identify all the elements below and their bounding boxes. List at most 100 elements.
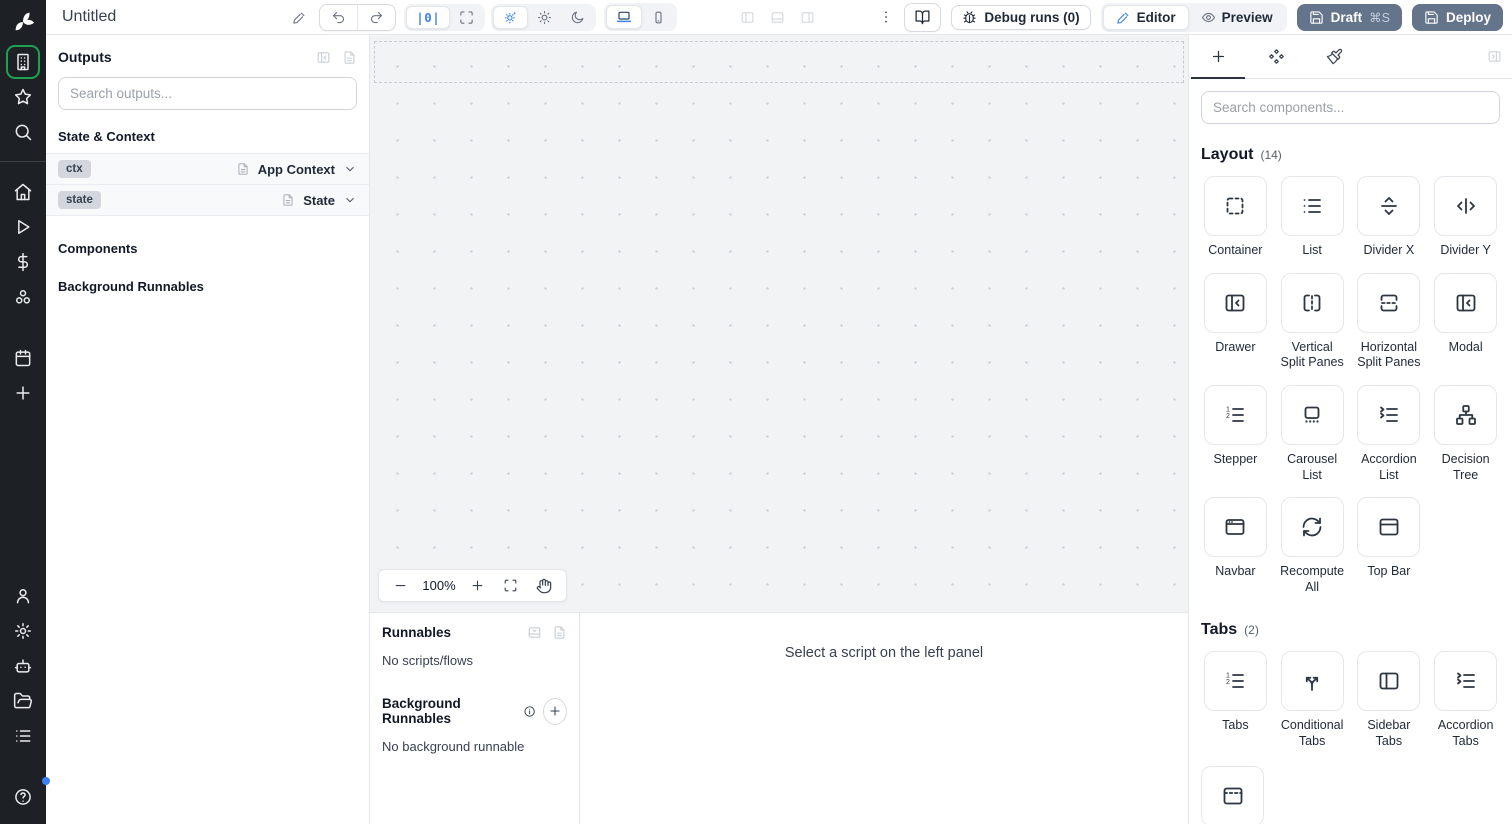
section-title: Layout (1201, 146, 1254, 163)
app-root: Untitled |0| Debug runs (0) Editor Previ… (0, 0, 1512, 824)
debug-runs-button[interactable]: Debug runs (0) (951, 4, 1091, 30)
component-card-recompute-all[interactable] (1280, 497, 1344, 558)
rail-item-favorites[interactable] (0, 79, 46, 114)
search-outputs-input[interactable] (58, 77, 357, 110)
mobile-view-button[interactable] (642, 7, 675, 28)
state-context-row-ctx[interactable]: ctx App Context (46, 153, 369, 184)
rail-item-audit-logs[interactable] (0, 718, 46, 753)
component-label: List (1302, 243, 1322, 257)
edit-title-pencil-icon[interactable] (292, 10, 307, 25)
tab-insert-component[interactable] (1189, 35, 1247, 79)
component-card-tabs[interactable]: 12 (1203, 651, 1267, 712)
rail-item-help[interactable] (0, 777, 50, 814)
component-card-partial[interactable] (1201, 765, 1264, 824)
zoom-in-button[interactable] (461, 574, 494, 597)
rail-item-settings[interactable] (0, 613, 46, 648)
chevron-down-icon[interactable] (343, 162, 357, 176)
more-menu-icon[interactable] (878, 9, 894, 25)
component-card-top-bar[interactable] (1357, 497, 1421, 558)
component-card-sidebar-tabs[interactable] (1357, 651, 1421, 712)
windmill-logo[interactable] (0, 0, 46, 44)
fit-view-button[interactable] (494, 574, 527, 597)
folder-icon (13, 691, 33, 711)
component-card-accordion-tabs[interactable] (1434, 651, 1498, 712)
component-item-accordion-tabs: Accordion Tabs (1431, 651, 1500, 749)
empty-background-text: No background runnable (382, 739, 525, 754)
deploy-button[interactable]: Deploy (1412, 3, 1504, 31)
theme-dark-button[interactable] (561, 7, 594, 28)
doc-icon[interactable] (342, 50, 357, 65)
component-item-navbar: Navbar (1201, 497, 1270, 595)
component-label: Recompute All (1280, 564, 1345, 594)
tab-components[interactable] (1247, 35, 1305, 78)
component-card-divider-y[interactable] (1434, 176, 1498, 236)
component-card-drawer[interactable] (1203, 272, 1267, 333)
dollar-icon (13, 252, 33, 272)
doc-icon (281, 193, 295, 207)
pan-mode-button[interactable] (527, 574, 561, 598)
collapse-right-panel-icon[interactable] (1487, 49, 1502, 64)
component-card-vertical-split-panes[interactable] (1280, 272, 1344, 333)
notification-dot (42, 777, 50, 785)
zoom-out-button[interactable] (384, 574, 417, 597)
preview-tab[interactable]: Preview (1189, 6, 1285, 29)
panel-right-toggle-icon[interactable] (800, 10, 815, 25)
component-card-conditional-tabs[interactable] (1280, 651, 1344, 712)
chevron-down-icon[interactable] (343, 193, 357, 207)
docs-button[interactable] (904, 2, 942, 32)
theme-light-button[interactable] (528, 7, 561, 28)
component-card-list[interactable] (1280, 176, 1344, 236)
save-icon (1424, 10, 1439, 25)
plus-icon (13, 383, 33, 403)
canvas-dropzone[interactable] (374, 41, 1184, 83)
save-icon (1309, 10, 1324, 25)
panel-bottom-toggle-icon[interactable] (770, 10, 785, 25)
rail-item-folders[interactable] (0, 683, 46, 718)
rail-item-variables[interactable] (0, 244, 46, 279)
panel-left-close-icon (1223, 291, 1247, 315)
desktop-view-button[interactable] (606, 5, 643, 29)
component-card-carousel-list[interactable] (1280, 384, 1344, 445)
background-runnables-header: Background Runnables (58, 279, 204, 294)
user-icon (13, 586, 33, 606)
component-card-container[interactable] (1203, 176, 1267, 236)
component-card-stepper[interactable]: 12 (1203, 384, 1267, 445)
undo-button[interactable] (320, 5, 357, 30)
rail-item-add[interactable] (0, 375, 46, 410)
rail-item-workers[interactable] (0, 648, 46, 683)
section-count: (2) (1244, 623, 1259, 638)
component-card-navbar[interactable] (1203, 497, 1267, 558)
scan-icon (503, 578, 518, 593)
rail-item-search[interactable] (0, 114, 46, 149)
add-background-runnable-button[interactable] (542, 697, 567, 725)
component-card-divider-x[interactable] (1357, 176, 1421, 236)
tab-styling[interactable] (1305, 35, 1363, 78)
rail-item-resources[interactable] (0, 279, 46, 314)
rail-item-apps[interactable] (0, 44, 46, 79)
theme-auto-button[interactable] (493, 5, 529, 29)
doc-icon[interactable] (552, 625, 567, 640)
panel-left-toggle-icon[interactable] (740, 10, 755, 25)
state-context-row-state[interactable]: state State (46, 184, 369, 216)
draft-button[interactable]: Draft ⌘S (1296, 3, 1402, 31)
component-label: Modal (1448, 339, 1483, 354)
redo-button[interactable] (357, 4, 395, 30)
search-components-input[interactable] (1201, 91, 1500, 124)
collapse-bottom-icon[interactable] (527, 625, 542, 640)
editor-tab[interactable]: Editor (1102, 4, 1189, 30)
calendar-icon (13, 348, 33, 368)
rail-item-user[interactable] (0, 578, 46, 613)
component-card-decision-tree[interactable] (1434, 384, 1498, 445)
component-card-horizontal-split-panes[interactable] (1357, 272, 1421, 333)
component-card-modal[interactable] (1434, 272, 1498, 333)
component-card-accordion-list[interactable] (1357, 384, 1421, 445)
app-canvas[interactable]: 100% (370, 35, 1188, 613)
center-content-toggle[interactable]: |0| (406, 5, 451, 29)
expand-canvas-button[interactable] (450, 7, 483, 28)
collapse-panel-icon[interactable] (316, 50, 331, 65)
circles-icon (13, 287, 33, 307)
section-count: (14) (1260, 148, 1282, 162)
rail-item-schedules[interactable] (0, 340, 46, 375)
rail-item-home[interactable] (0, 174, 46, 209)
rail-item-runs[interactable] (0, 209, 46, 244)
